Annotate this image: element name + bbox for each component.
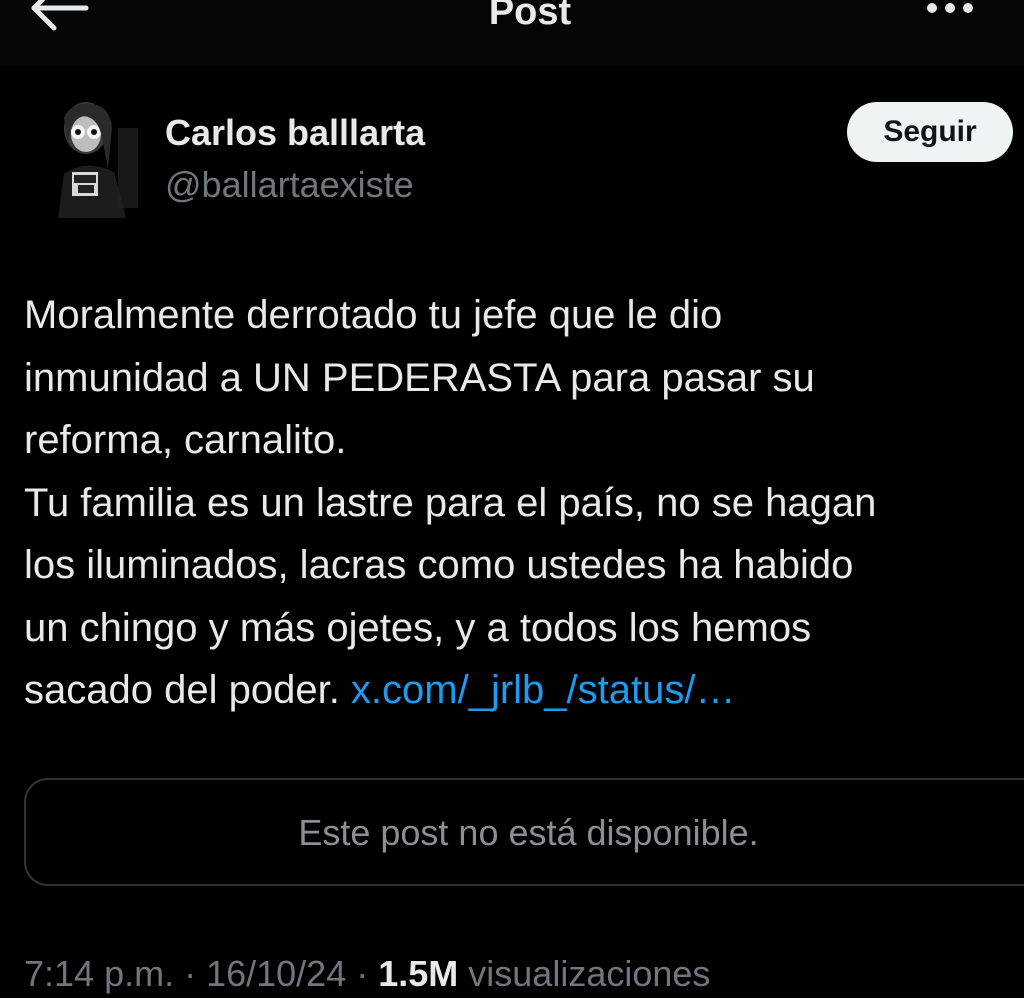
- tweet-line: reforma, carnalito.: [24, 418, 347, 462]
- post-time: 7:14 p.m.: [24, 953, 175, 994]
- tweet-last-line: sacado del poder. x.com/_jrlb_/status/…: [24, 659, 1014, 722]
- author-name[interactable]: Carlos balllarta: [165, 112, 425, 154]
- tweet-line: inmunidad a UN PEDERASTA para pasar su: [24, 355, 815, 400]
- separator: ·: [346, 953, 379, 994]
- follow-button[interactable]: Seguir: [847, 102, 1013, 162]
- post-metadata: 7:14 p.m. · 16/10/24 · 1.5M visualizacio…: [24, 950, 710, 998]
- author-handle[interactable]: @ballartaexiste: [165, 164, 414, 206]
- more-options-button[interactable]: [920, 0, 980, 26]
- tweet-line: Moralmente derrotado tu jefe que le dio: [24, 293, 723, 337]
- tweet-line: un chingo y más ojetes, y a todos los he…: [24, 605, 812, 650]
- user-avatar[interactable]: [52, 98, 144, 218]
- page-title: Post: [488, 0, 572, 33]
- tweet-line: los iluminados, lacras como ustedes ha h…: [24, 543, 854, 587]
- top-bar: Post: [0, 0, 1024, 66]
- post-date: 16/10/24: [206, 953, 347, 994]
- separator: ·: [174, 953, 207, 994]
- tweet-line-text: sacado del poder.: [24, 668, 351, 712]
- views-count[interactable]: 1.5M: [378, 953, 458, 994]
- views-label: visualizaciones: [458, 953, 711, 994]
- quoted-post-card[interactable]: Este post no está disponible.: [24, 778, 1024, 886]
- tweet-text: Moralmente derrotado tu jefe que le dio …: [24, 284, 1014, 722]
- tweet-line: Tu familia es un lastre para el país, no…: [24, 480, 877, 525]
- more-horizontal-icon: [927, 3, 973, 13]
- unavailable-message: Este post no está disponible.: [298, 812, 759, 853]
- tweet-link[interactable]: x.com/_jrlb_/status/…: [351, 668, 736, 712]
